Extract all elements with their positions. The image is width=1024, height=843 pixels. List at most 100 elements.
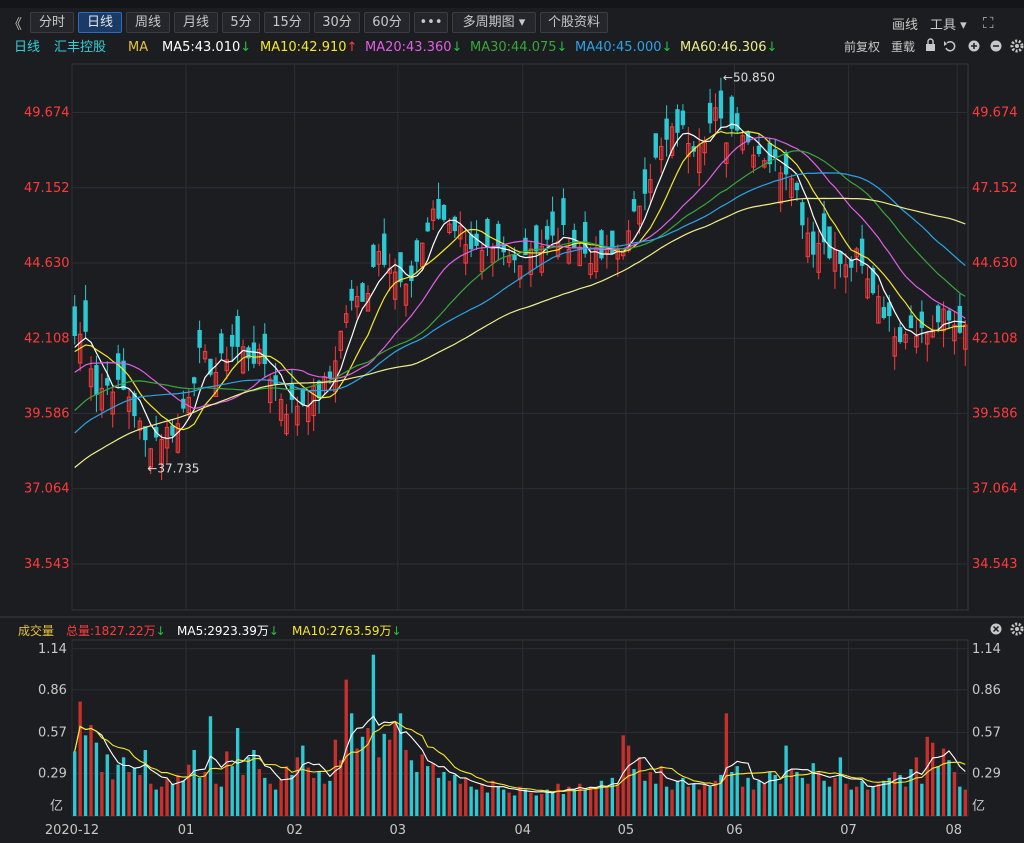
- gear-icon[interactable]: [1010, 622, 1024, 636]
- volume-bar: [941, 748, 946, 816]
- gear-icon[interactable]: [1010, 39, 1024, 53]
- more-periods-button[interactable]: •••: [414, 12, 448, 33]
- volume-bar: [833, 777, 837, 816]
- reload-button[interactable]: 重载: [891, 40, 915, 54]
- volume-bar: [284, 766, 289, 816]
- candle: [458, 211, 463, 248]
- candle: [197, 320, 202, 364]
- period-toolbar: 《 分时 日线 周线 月线 5分 15分 30分 60分 ••• 多周期图 ▾ …: [0, 10, 1024, 36]
- zoom-in-icon[interactable]: [968, 40, 980, 52]
- zoom-out-icon[interactable]: [990, 40, 1002, 52]
- volume-bar: [105, 754, 109, 816]
- period-button-weekly[interactable]: 周线: [126, 12, 170, 33]
- candle: [729, 95, 734, 137]
- volume-bar: [214, 783, 218, 816]
- volume-tick-label: 0.57: [972, 725, 1001, 740]
- price-tick-label: 47.152: [24, 181, 70, 196]
- candlestick-chart[interactable]: 49.674 47.152 44.630 42.108 39.586 37.064 34.5…: [0, 36, 1024, 616]
- volume-bar: [670, 789, 674, 816]
- candle: [816, 230, 821, 280]
- candle: [599, 229, 604, 261]
- candle: [659, 137, 664, 174]
- lock-icon[interactable]: [926, 38, 935, 51]
- volume-bar: [83, 735, 88, 816]
- period-button-5min[interactable]: 5分: [222, 12, 260, 33]
- volume-bar: [871, 786, 875, 816]
- volume-bar: [426, 766, 430, 816]
- period-button-monthly[interactable]: 月线: [174, 12, 218, 33]
- candle: [718, 77, 724, 131]
- tools-dropdown[interactable]: 工具 ▾: [930, 14, 967, 33]
- candle: [506, 248, 512, 268]
- indicator-name[interactable]: MA: [128, 40, 148, 55]
- volume-bar: [94, 742, 99, 816]
- volume-bar: [159, 786, 164, 816]
- candle: [811, 221, 816, 268]
- candle: [631, 191, 637, 213]
- stock-profile-button[interactable]: 个股资料: [540, 12, 608, 33]
- volume-bar: [132, 767, 137, 816]
- candle: [952, 310, 957, 355]
- candle: [735, 106, 740, 133]
- volume-bar: [616, 783, 620, 816]
- volume-bar: [290, 774, 294, 816]
- candle: [295, 396, 300, 436]
- period-label: 日线: [14, 40, 40, 55]
- candle: [403, 283, 409, 317]
- volume-bar: [279, 779, 283, 816]
- candle: [338, 330, 343, 359]
- volume-bar: [496, 786, 500, 816]
- volume-ma10: MA10:2763.59万↓: [292, 624, 402, 638]
- volume-bar: [257, 769, 262, 816]
- draw-line-button[interactable]: 画线: [892, 14, 918, 33]
- volume-bar: [882, 780, 886, 816]
- volume-bar: [447, 780, 452, 816]
- period-button-60min[interactable]: 60分: [364, 12, 410, 33]
- volume-bar: [181, 780, 186, 816]
- candle: [751, 146, 756, 174]
- volume-bar: [474, 789, 479, 816]
- candle: [773, 139, 778, 172]
- volume-bar: [512, 795, 517, 816]
- volume-bar: [632, 769, 636, 816]
- volume-bar: [784, 745, 788, 816]
- candle: [230, 324, 235, 363]
- volume-bar: [230, 766, 234, 816]
- undo-icon[interactable]: [944, 40, 956, 52]
- adjust-mode-button[interactable]: 前复权: [844, 39, 880, 54]
- volume-bar: [203, 772, 207, 816]
- period-button-15min[interactable]: 15分: [264, 12, 310, 33]
- volume-bar: [637, 757, 642, 816]
- volume-chart[interactable]: 成交量 总量:1827.22万↓ MA5:2923.39万↓ MA10:2763…: [0, 616, 1024, 843]
- ma40-value: MA40:45.000↓: [575, 40, 672, 55]
- volume-ma5: MA5:2923.39万↓: [177, 624, 279, 638]
- volume-bar: [675, 780, 680, 816]
- volume-tick-label: 0.29: [972, 766, 1001, 781]
- volume-bar: [686, 786, 691, 816]
- volume-bar: [572, 789, 576, 816]
- candle: [642, 157, 648, 211]
- volume-bar: [404, 750, 408, 816]
- period-button-intraday[interactable]: 分时: [30, 12, 74, 33]
- candle: [143, 426, 148, 457]
- volume-bar: [920, 783, 924, 816]
- multi-period-dropdown[interactable]: 多周期图 ▾: [452, 12, 536, 33]
- candle: [697, 128, 702, 187]
- volume-bar: [523, 789, 528, 816]
- volume-bar: [121, 757, 126, 816]
- candle: [306, 390, 311, 436]
- period-button-daily[interactable]: 日线: [78, 12, 122, 33]
- date-tick-label: 06: [726, 823, 743, 838]
- fullscreen-icon[interactable]: ⛶: [983, 14, 994, 32]
- close-circle-icon[interactable]: [990, 623, 1002, 635]
- candle: [430, 200, 436, 230]
- double-chevron-left-icon[interactable]: 《: [8, 14, 22, 34]
- candle: [832, 232, 838, 289]
- volume-bar: [702, 783, 707, 816]
- volume-bar: [605, 786, 609, 816]
- volume-bar: [643, 780, 647, 816]
- period-button-30min[interactable]: 30分: [314, 12, 360, 33]
- volume-bar: [301, 745, 305, 816]
- volume-tick-label: 1.14: [38, 642, 67, 657]
- candle: [344, 305, 349, 328]
